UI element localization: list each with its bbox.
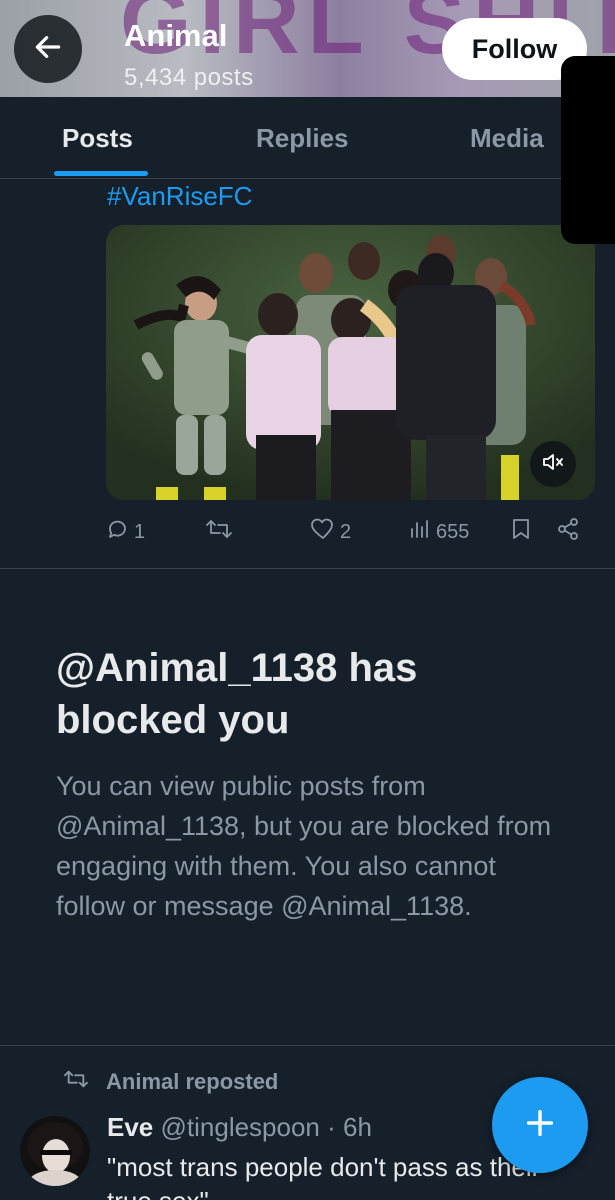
avatar-image (20, 1116, 90, 1186)
views-count: 655 (436, 520, 470, 543)
bookmark-icon (510, 517, 532, 547)
blocked-title: @Animal_1138 has blocked you (56, 646, 418, 742)
profile-tabs: Posts Replies Media (0, 97, 615, 179)
repost-small-icon (62, 1068, 90, 1095)
system-edge-panel[interactable] (561, 56, 615, 244)
reply-count: 1 (134, 520, 146, 543)
hashtag-link[interactable]: #VanRiseFC (107, 181, 252, 212)
separator-dot: · (327, 1112, 336, 1142)
repost-icon (205, 517, 233, 547)
back-button[interactable] (14, 15, 82, 83)
volume-mute-icon (541, 450, 565, 479)
reply-action[interactable]: 1 (106, 517, 145, 547)
tweet-actions: 1 2 655 (0, 517, 615, 549)
tab-replies[interactable]: Replies (256, 123, 349, 154)
blocked-description: You can view public posts from @Animal_1… (56, 771, 552, 921)
repost-label: Animal reposted (106, 1068, 279, 1094)
header-title: Animal (124, 18, 228, 53)
tweet-text: "most trans people don't pass as their t… (107, 1152, 541, 1200)
tab-media[interactable]: Media (470, 123, 544, 154)
bookmark-action[interactable] (510, 517, 532, 547)
mute-button[interactable] (530, 441, 576, 487)
share-action[interactable] (556, 517, 580, 547)
share-icon (556, 517, 580, 547)
repost-indicator: Animal reposted (62, 1068, 278, 1095)
tweet-video[interactable] (106, 225, 595, 500)
avatar[interactable] (20, 1116, 90, 1186)
like-count: 2 (340, 520, 352, 543)
views-action[interactable]: 655 (408, 517, 469, 547)
tab-posts[interactable]: Posts (62, 123, 133, 154)
views-icon (408, 517, 432, 547)
tweet-header: Eve @tinglespoon · 6h (107, 1112, 372, 1143)
like-action[interactable]: 2 (310, 517, 351, 547)
author-name[interactable]: Eve (107, 1112, 153, 1142)
author-handle[interactable]: @tinglespoon (161, 1112, 320, 1142)
compose-button[interactable] (492, 1077, 588, 1173)
arrow-left-icon (32, 31, 64, 68)
header-post-count: 5,434 posts (124, 64, 254, 91)
active-tab-indicator (54, 171, 148, 176)
plus-icon (523, 1106, 557, 1145)
reply-icon (106, 517, 130, 547)
divider (0, 568, 615, 569)
heart-icon (310, 517, 336, 547)
video-frame-illustration (106, 225, 595, 500)
divider (0, 1045, 615, 1046)
tweet-time: 6h (343, 1112, 372, 1142)
repost-action[interactable] (205, 517, 237, 547)
